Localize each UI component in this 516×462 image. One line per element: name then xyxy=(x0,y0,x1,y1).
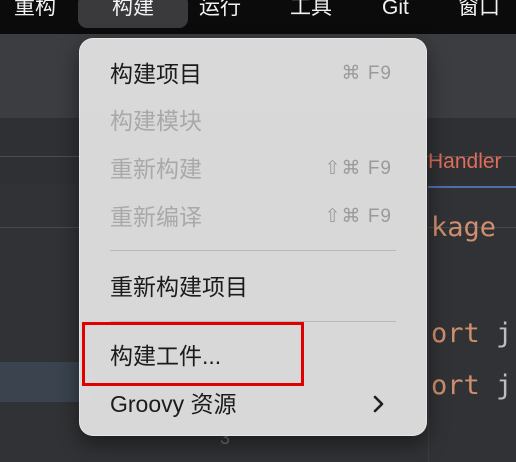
menu-separator xyxy=(110,250,396,251)
code-line: kage xyxy=(431,212,497,243)
editor-gutter-line xyxy=(428,188,429,462)
menu-item-build-project[interactable]: 构建项目 ⌘ F9 xyxy=(110,54,410,94)
project-tree-selection xyxy=(0,362,90,402)
menu-item-shortcut: ⇧⌘ F9 xyxy=(324,158,392,179)
code-line: ort j xyxy=(431,370,513,401)
red-highlight-box xyxy=(82,322,304,386)
menu-item-label: 重新编译 xyxy=(110,204,202,230)
menu-item-recompile: 重新编译 ⇧⌘ F9 xyxy=(110,197,410,237)
menu-item-rebuild-project[interactable]: 重新构建项目 xyxy=(110,267,410,307)
menubar-item-git[interactable]: Git xyxy=(382,0,409,30)
menu-item-build-module: 构建模块 xyxy=(110,101,410,141)
menu-item-label: 构建项目 xyxy=(110,61,202,87)
build-dropdown-menu: 构建项目 ⌘ F9 构建模块 重新构建 ⇧⌘ F9 重新编译 ⇧⌘ F9 重新构… xyxy=(79,38,427,436)
chevron-right-icon xyxy=(372,384,386,437)
menu-item-shortcut: ⌘ F9 xyxy=(341,63,392,84)
menu-item-shortcut: ⇧⌘ F9 xyxy=(324,206,392,227)
editor-tab[interactable]: Handler xyxy=(428,150,502,174)
menu-item-label: Groovy 资源 xyxy=(110,391,237,417)
menubar-item-refactor[interactable]: 重构 xyxy=(14,0,56,30)
menu-item-rebuild: 重新构建 ⇧⌘ F9 xyxy=(110,149,410,189)
menubar-item-run[interactable]: 运行 xyxy=(199,0,241,30)
app-menubar: 重构 构建 运行 工具 Git 窗口 xyxy=(0,0,516,34)
menubar-item-tools[interactable]: 工具 xyxy=(290,0,332,30)
code-line: ort j xyxy=(431,318,513,349)
menu-item-label: 重新构建项目 xyxy=(110,274,248,300)
menubar-item-window[interactable]: 窗口 xyxy=(458,0,500,30)
menu-item-groovy-resources[interactable]: Groovy 资源 xyxy=(110,384,410,424)
menu-item-label: 重新构建 xyxy=(110,156,202,182)
menubar-item-build[interactable]: 构建 xyxy=(78,0,188,28)
menu-item-label: 构建模块 xyxy=(110,108,202,134)
editor-tab-underline xyxy=(428,186,516,188)
